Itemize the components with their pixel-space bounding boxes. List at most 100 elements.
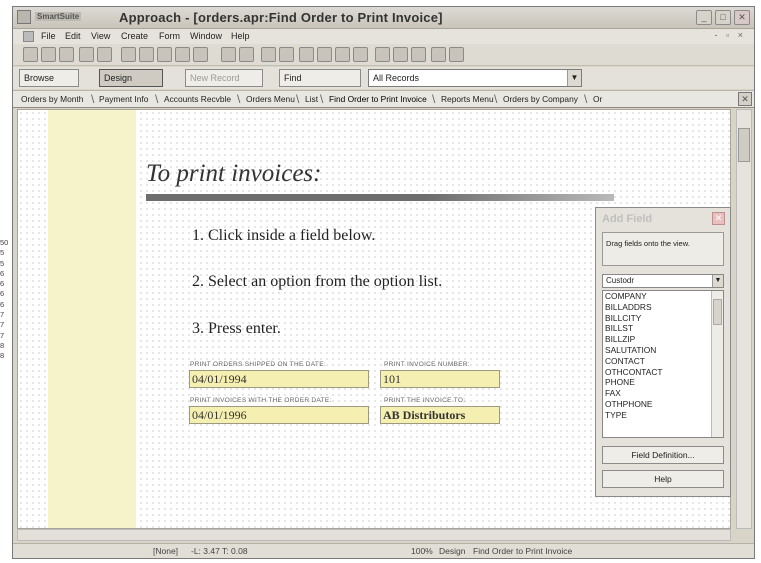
open-icon[interactable]	[41, 47, 56, 62]
dropdown-arrow-icon[interactable]: ▼	[567, 70, 581, 86]
menu-file[interactable]: File	[41, 31, 56, 41]
left-edge-numbers: 50 5 5 6 6 6 6 7 7 7 8 8	[0, 238, 12, 362]
list-item[interactable]: BILLADDRS	[603, 302, 723, 313]
left-edge-number: 7	[0, 310, 5, 320]
instruction-step-2: 2. Select an option from the option list…	[192, 273, 443, 290]
vertical-scroll-thumb[interactable]	[738, 128, 750, 162]
field-list[interactable]: COMPANY BILLADDRS BILLCITY BILLST BILLZI…	[602, 290, 724, 438]
invoice-number-field[interactable]: 101	[380, 370, 500, 388]
list-item[interactable]: CONTACT	[603, 356, 723, 367]
vertical-scrollbar[interactable]	[736, 109, 752, 529]
list-item[interactable]: BILLZIP	[603, 334, 723, 345]
new-icon[interactable]	[23, 47, 38, 62]
left-edge-number: 6	[0, 289, 5, 299]
order-date-field[interactable]: 04/01/1996	[189, 406, 369, 424]
tab-orders-by-month[interactable]: Orders by Month	[21, 94, 83, 104]
menu-window[interactable]: Window	[190, 31, 222, 41]
add-field-title: Add Field	[602, 213, 653, 225]
find-set-value: All Records	[373, 73, 420, 83]
list-item[interactable]: OTHCONTACT	[603, 367, 723, 378]
find-set-select[interactable]: All Records ▼	[368, 69, 582, 87]
italic-icon[interactable]	[279, 47, 294, 62]
status-zoom[interactable]: 100%	[411, 546, 433, 556]
close-button[interactable]: ✕	[734, 10, 750, 25]
status-bar: [None] -L: 3.47 T: 0.08 100% Design Find…	[13, 543, 754, 558]
field-list-scrollbar[interactable]	[711, 291, 723, 437]
cut-icon[interactable]	[139, 47, 154, 62]
close-view-icon[interactable]: ✕	[738, 92, 752, 106]
tab-accounts-recvble[interactable]: Accounts Recvble	[164, 94, 231, 104]
align-center-icon[interactable]	[335, 47, 350, 62]
list-item[interactable]: COMPANY	[603, 291, 723, 302]
tab-payment-info[interactable]: Payment Info	[99, 94, 148, 104]
invoice-number-label: PRINT INVOICE NUMBER:	[384, 361, 470, 368]
instruction-step-3: 3. Press enter.	[192, 320, 281, 337]
tab-orders-by-company[interactable]: Orders by Company	[503, 94, 578, 104]
save-icon[interactable]	[59, 47, 74, 62]
list-item[interactable]: SALUTATION	[603, 345, 723, 356]
invoice-to-field[interactable]: AB Distributors	[380, 406, 500, 424]
help-button[interactable]: Help	[602, 470, 724, 488]
form-heading: To print invoices:	[146, 160, 322, 187]
paste-icon[interactable]	[175, 47, 190, 62]
list-item[interactable]: FAX	[603, 388, 723, 399]
menu-bar: File Edit View Create Form Window Help -…	[13, 29, 754, 44]
ruler-icon[interactable]	[411, 47, 426, 62]
maximize-button[interactable]: □	[715, 10, 731, 25]
list-item[interactable]: PHONE	[603, 377, 723, 388]
named-style-icon[interactable]	[221, 47, 236, 62]
new-record-button[interactable]: New Record	[185, 69, 263, 87]
status-view-name[interactable]: Find Order to Print Invoice	[473, 546, 572, 556]
gallery-icon[interactable]	[431, 47, 446, 62]
status-mode[interactable]: Design	[439, 546, 465, 556]
left-margin-band	[48, 110, 136, 528]
bold-icon[interactable]	[261, 47, 276, 62]
copy-icon[interactable]	[157, 47, 172, 62]
field-definition-button[interactable]: Field Definition...	[602, 446, 724, 464]
ship-date-field[interactable]: 04/01/1994	[189, 370, 369, 388]
align-left-icon[interactable]	[317, 47, 332, 62]
find-button[interactable]: Find	[279, 69, 361, 87]
mdi-window-controls[interactable]: - ▫ ×	[715, 30, 746, 40]
form-icon[interactable]	[449, 47, 464, 62]
list-item[interactable]: BILLST	[603, 323, 723, 334]
database-select[interactable]: Custodr ▼	[602, 274, 724, 288]
tab-find-order-to-print-invoice[interactable]: Find Order to Print Invoice	[329, 94, 427, 104]
list-item[interactable]: TYPE	[603, 410, 723, 421]
design-button[interactable]: Design	[99, 69, 163, 87]
field-list-scroll-thumb[interactable]	[713, 299, 722, 325]
minimize-button[interactable]: _	[696, 10, 712, 25]
browse-button[interactable]: Browse	[19, 69, 79, 87]
menu-view[interactable]: View	[91, 31, 110, 41]
align-right-icon[interactable]	[353, 47, 368, 62]
format-painter-icon[interactable]	[193, 47, 208, 62]
left-edge-number: 6	[0, 279, 5, 289]
title-bar[interactable]: SmartSuite Approach - [orders.apr:Find O…	[13, 7, 754, 29]
menu-create[interactable]: Create	[121, 31, 148, 41]
status-style[interactable]: [None]	[153, 546, 178, 556]
horizontal-scrollbar[interactable]	[17, 529, 731, 541]
document-icon[interactable]	[23, 31, 34, 42]
menu-form[interactable]: Form	[159, 31, 180, 41]
tab-list[interactable]: List	[305, 94, 318, 104]
add-field-hint: Drag fields onto the view.	[602, 232, 724, 266]
add-field-icon[interactable]	[375, 47, 390, 62]
print-icon[interactable]	[79, 47, 94, 62]
menu-help[interactable]: Help	[231, 31, 250, 41]
tab-order-icon[interactable]	[393, 47, 408, 62]
arrange-icon[interactable]	[239, 47, 254, 62]
list-item[interactable]: BILLCITY	[603, 313, 723, 324]
tab-overflow[interactable]: Or	[593, 94, 602, 104]
close-icon[interactable]: ✕	[712, 212, 725, 225]
left-edge-number: 8	[0, 351, 5, 361]
undo-icon[interactable]	[121, 47, 136, 62]
underline-icon[interactable]	[299, 47, 314, 62]
app-logo-icon[interactable]	[17, 10, 31, 24]
smartsuite-brand: SmartSuite	[35, 12, 82, 21]
menu-edit[interactable]: Edit	[65, 31, 81, 41]
tab-reports-menu[interactable]: Reports Menu	[441, 94, 494, 104]
preview-icon[interactable]	[97, 47, 112, 62]
tab-orders-menu[interactable]: Orders Menu	[246, 94, 295, 104]
chevron-down-icon[interactable]: ▼	[712, 275, 723, 287]
list-item[interactable]: OTHPHONE	[603, 399, 723, 410]
